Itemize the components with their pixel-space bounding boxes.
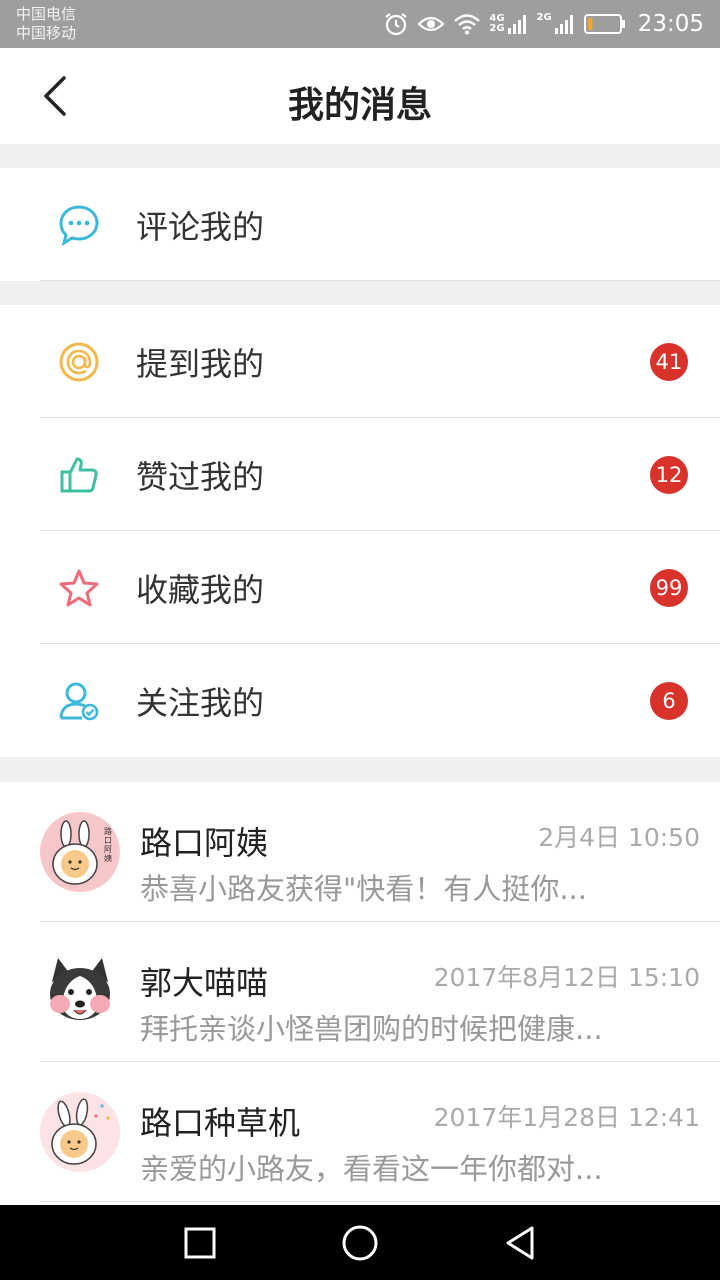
- chat-bubble-icon: [59, 205, 99, 246]
- menu-label-favorites: 收藏我的: [136, 571, 265, 609]
- message-item[interactable]: 路口种草机 2017年1月28日 12:41 亲爱的小路友，看看这一年你都对..…: [0, 1062, 720, 1202]
- menu-label-comments: 评论我的: [136, 208, 265, 246]
- comments-section: 评论我的: [0, 168, 720, 281]
- app-header: 我的消息: [0, 48, 720, 144]
- triangle-back-icon: [506, 1226, 534, 1260]
- message-time: 2017年1月28日 12:41: [433, 1103, 700, 1132]
- menu-item-follows[interactable]: 关注我的 6: [0, 644, 720, 757]
- sender-name: 路口种草机: [140, 1104, 301, 1142]
- circle-icon: [342, 1225, 378, 1261]
- message-time: 2月4日 10:50: [538, 823, 700, 852]
- signal-icon: [554, 15, 573, 34]
- user-check-icon: [59, 682, 99, 721]
- system-nav-bar: [0, 1205, 720, 1280]
- net-label-3: 2G: [536, 12, 552, 23]
- avatar: [40, 952, 120, 1032]
- avatar-badge-char-1: 路: [104, 826, 112, 836]
- star-icon: [59, 569, 99, 607]
- avatar-badge-char-3: 阿: [104, 845, 112, 854]
- husky-avatar-icon: [40, 952, 120, 1032]
- message-preview: 亲爱的小路友，看看这一年你都对...: [140, 1152, 603, 1186]
- bunny-avatar-icon: 路 口 阿 姨: [40, 812, 120, 892]
- clock: 23:05: [637, 11, 704, 37]
- status-icons: 4G 2G 2G 23:05: [383, 0, 704, 48]
- divider: [40, 280, 720, 281]
- avatar-badge-char-2: 口: [104, 836, 112, 845]
- thumbs-up-icon: [60, 457, 98, 493]
- back-nav-button[interactable]: [500, 1223, 540, 1263]
- avatar: 路 口 阿 姨: [40, 812, 120, 892]
- signal-icon: [507, 15, 526, 34]
- net-label-2: 2G: [489, 23, 505, 34]
- message-preview: 恭喜小路友获得"快看！有人挺你...: [140, 872, 587, 906]
- menu-item-likes[interactable]: 赞过我的 12: [0, 418, 720, 531]
- unread-badge: 6: [650, 682, 688, 720]
- page-title: 我的消息: [287, 85, 432, 126]
- menu-label-mentions: 提到我的: [136, 345, 265, 383]
- avatar-badge-char-4: 姨: [104, 853, 112, 863]
- bunny-avatar-icon: [40, 1092, 120, 1172]
- avatar: [40, 1092, 120, 1172]
- at-icon: [59, 342, 99, 382]
- message-item[interactable]: 路 口 阿 姨 路口阿姨 2月4日 10:50 恭喜小路友获得"快看！有人挺你.…: [0, 782, 720, 922]
- menu-item-mentions[interactable]: 提到我的 41: [0, 305, 720, 418]
- menu-item-favorites[interactable]: 收藏我的 99: [0, 531, 720, 644]
- eye-icon: [417, 16, 445, 32]
- unread-badge: 41: [650, 343, 688, 381]
- recents-button[interactable]: [180, 1223, 220, 1263]
- network-type-1: 4G 2G: [489, 13, 528, 35]
- home-button[interactable]: [340, 1223, 380, 1263]
- unread-badge: 12: [650, 456, 688, 494]
- network-type-2: 2G: [537, 13, 576, 35]
- message-preview: 拜托亲谈小怪兽团购的时候把健康...: [140, 1012, 603, 1046]
- alarm-icon: [385, 13, 408, 36]
- square-icon: [184, 1227, 216, 1259]
- menu-label-follows: 关注我的: [136, 684, 265, 722]
- unread-badge: 99: [650, 569, 688, 607]
- message-list: 路 口 阿 姨 路口阿姨 2月4日 10:50 恭喜小路友获得"快看！有人挺你.…: [0, 782, 720, 1205]
- battery-icon: [583, 14, 625, 34]
- carrier-2: 中国移动: [16, 24, 77, 42]
- sender-name: 路口阿姨: [140, 824, 269, 862]
- message-time: 2017年8月12日 15:10: [433, 963, 700, 992]
- sender-name: 郭大喵喵: [140, 964, 269, 1002]
- wifi-icon: [454, 14, 481, 35]
- carrier-1: 中国电信: [16, 5, 77, 23]
- status-bar: 中国电信 中国移动 4G 2G 2G 23:05: [0, 0, 720, 48]
- notifications-section: 提到我的 41 赞过我的 12 收藏我的 99 关注我的 6: [0, 305, 720, 757]
- menu-item-comments[interactable]: 评论我的: [0, 168, 720, 281]
- menu-label-likes: 赞过我的: [136, 458, 265, 496]
- message-item[interactable]: 郭大喵喵 2017年8月12日 15:10 拜托亲谈小怪兽团购的时候把健康...: [0, 922, 720, 1062]
- divider: [40, 1201, 720, 1202]
- carrier-labels: 中国电信 中国移动: [16, 5, 76, 43]
